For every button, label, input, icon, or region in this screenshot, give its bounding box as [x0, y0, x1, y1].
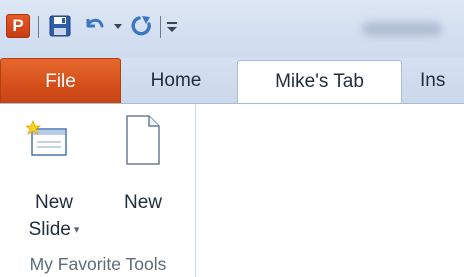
- chevron-down-icon: ▾: [73, 224, 80, 236]
- ribbon-panel: New Slide ▾ New My Favorite Tools: [0, 103, 464, 277]
- new-label: New: [123, 192, 162, 213]
- toolbar-separator: [38, 16, 39, 38]
- undo-icon[interactable]: [82, 13, 106, 37]
- blank-document-icon: [126, 115, 160, 165]
- group-label: My Favorite Tools: [29, 254, 167, 274]
- tab-mikes-tab[interactable]: Mike's Tab: [237, 60, 402, 104]
- redo-icon[interactable]: [130, 14, 154, 38]
- save-icon[interactable]: [49, 15, 71, 37]
- quick-access-toolbar: P: [0, 0, 464, 58]
- tab-insert[interactable]: Ins: [420, 58, 464, 103]
- new-button[interactable]: New: [104, 106, 182, 246]
- new-slide-icon: [26, 120, 67, 156]
- new-slide-button[interactable]: New Slide ▾: [8, 106, 100, 246]
- customize-toolbar-icon[interactable]: [166, 16, 178, 36]
- tab-file[interactable]: File: [0, 58, 121, 103]
- ribbon-tabs: File Home Mike's Tab Ins: [0, 58, 464, 104]
- group-my-favorite-tools: New Slide ▾ New My Favorite Tools: [0, 104, 196, 277]
- new-slide-label-line2: Slide ▾: [28, 219, 80, 240]
- powerpoint-app-icon[interactable]: P: [6, 14, 30, 38]
- toolbar-separator: [160, 16, 161, 38]
- tab-home[interactable]: Home: [126, 58, 226, 103]
- undo-dropdown-icon[interactable]: [113, 22, 123, 30]
- window-title-blurred: [362, 22, 442, 36]
- new-slide-label-line1: New: [34, 192, 73, 213]
